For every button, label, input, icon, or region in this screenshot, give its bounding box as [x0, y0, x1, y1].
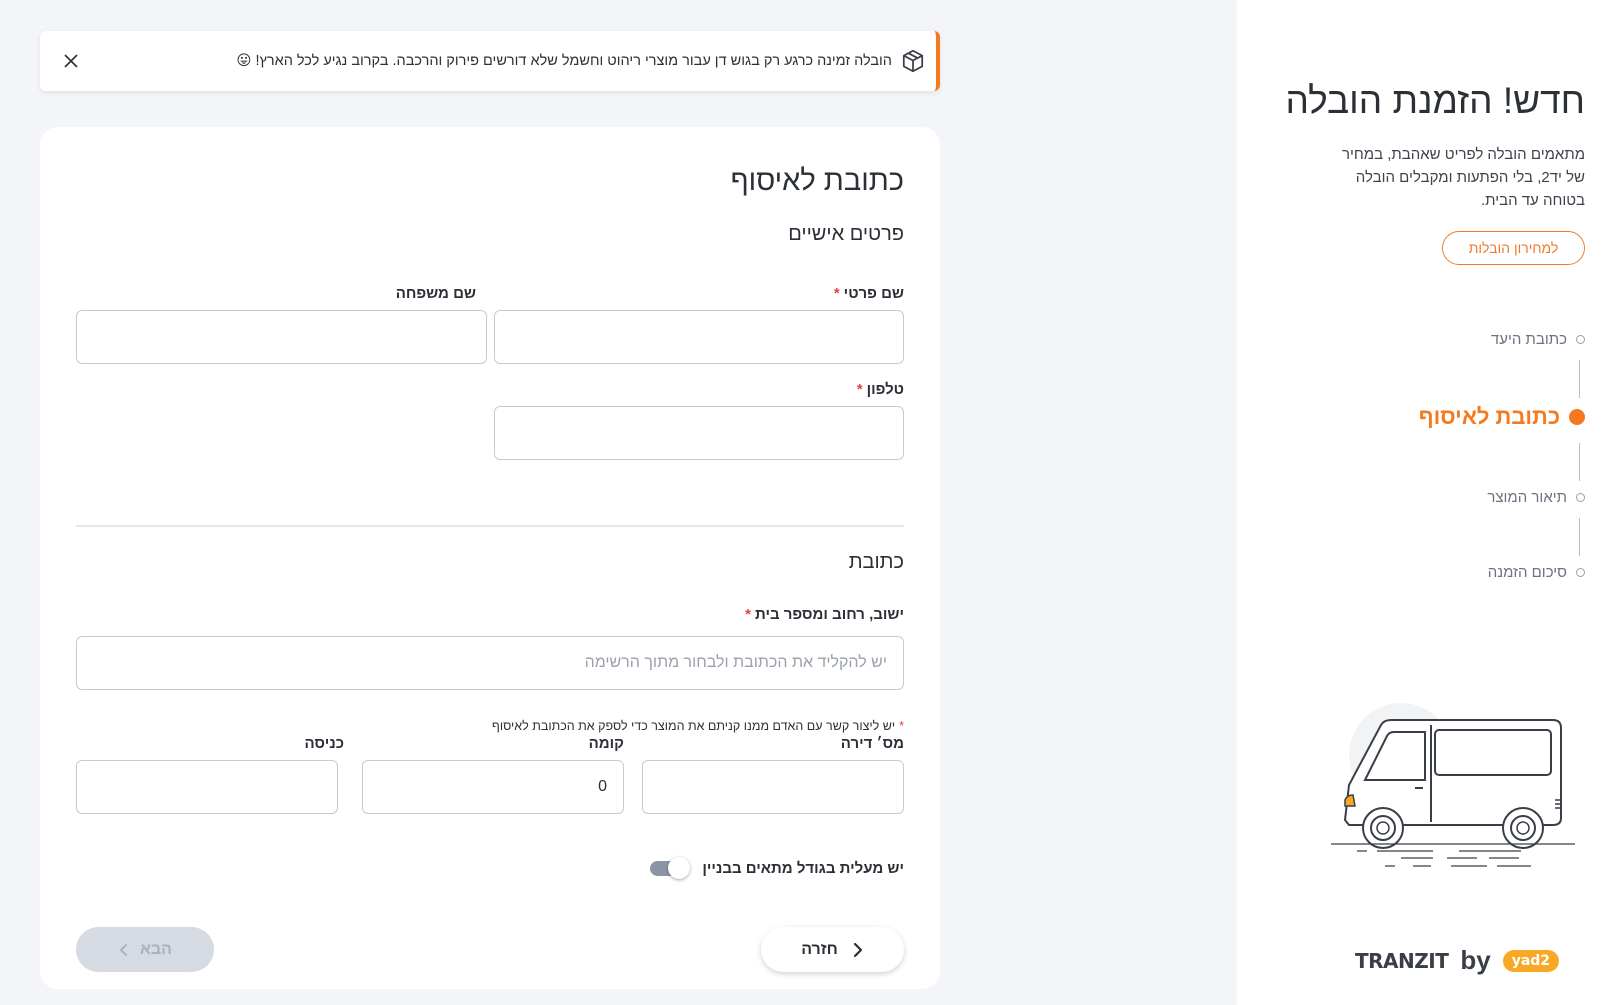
last-name-input[interactable]	[76, 310, 487, 364]
sidebar-title: חדש! הזמנת הובלה	[1285, 80, 1585, 121]
last-name-label: שם משפחה	[395, 285, 476, 302]
tranzit-logo: TRANZIT	[1355, 948, 1449, 973]
address-input[interactable]	[76, 636, 904, 690]
tongue-emoji-icon: 😛	[236, 53, 252, 69]
banner-text: הובלה זמינה כרגע רק בגוש דן עבור מוצרי ר…	[236, 53, 892, 69]
price-list-button[interactable]: למחירון הובלות	[1442, 231, 1585, 265]
address-heading: כתובת	[848, 551, 904, 573]
info-banner: הובלה זמינה כרגע רק בגוש דן עבור מוצרי ר…	[40, 31, 940, 91]
step-pickup-address: כתובת לאיסוף	[1419, 404, 1585, 430]
step-dot-icon	[1576, 493, 1585, 502]
elevator-toggle-row: יש מעלית בגודל מתאים בבניין	[650, 857, 904, 879]
address-label: ישוב, רחוב ומספר בית*	[745, 606, 904, 623]
apartment-input[interactable]	[642, 760, 904, 814]
close-icon[interactable]	[58, 48, 84, 74]
personal-details-heading: פרטים אישיים	[788, 223, 904, 245]
required-mark: *	[833, 285, 840, 302]
brand-logos: TRANZIT by yad2	[1355, 945, 1560, 976]
elevator-toggle[interactable]	[650, 857, 691, 879]
elevator-label: יש מעלית בגודל מתאים בבניין	[702, 859, 904, 877]
chevron-left-icon	[118, 943, 128, 957]
next-button[interactable]: הבא	[76, 927, 214, 972]
van-illustration-icon	[1321, 700, 1577, 885]
sidebar: חדש! הזמנת הובלה מתאמים הובלה לפריט שאהב…	[1237, 0, 1613, 1005]
step-order-summary: סיכום הזמנה	[1488, 564, 1585, 581]
floor-label: קומה	[588, 735, 624, 752]
apartment-label: מס׳ דירה	[840, 735, 904, 752]
phone-input[interactable]	[494, 406, 904, 460]
step-connector	[1578, 443, 1580, 481]
back-button-label: חזרה	[801, 940, 838, 958]
first-name-input[interactable]	[494, 310, 904, 364]
step-active-dot-icon	[1569, 409, 1585, 425]
chevron-right-icon	[852, 942, 864, 958]
pickup-address-form: כתובת לאיסוף פרטים אישיים שם פרטי* שם מש…	[40, 127, 940, 989]
yad2-logo: yad2	[1502, 949, 1560, 972]
back-button[interactable]: חזרה	[761, 927, 904, 972]
step-product-description: תיאור המוצר	[1487, 489, 1585, 506]
step-connector	[1578, 360, 1580, 398]
entrance-input[interactable]	[76, 760, 338, 814]
section-divider	[76, 525, 904, 527]
address-note: *יש ליצור קשר עם האדם ממנו קניתם את המוצ…	[492, 719, 904, 733]
entrance-label: כניסה	[304, 735, 344, 752]
package-icon	[900, 48, 926, 74]
step-connector	[1578, 518, 1580, 556]
floor-input[interactable]	[362, 760, 624, 814]
step-destination-address: כתובת היעד	[1491, 331, 1585, 348]
required-mark: *	[745, 606, 751, 623]
next-button-label: הבא	[140, 940, 172, 958]
brand-by: by	[1460, 945, 1491, 975]
required-mark: *	[856, 381, 863, 398]
step-dot-icon	[1576, 568, 1585, 577]
step-dot-icon	[1576, 335, 1585, 344]
first-name-label: שם פרטי*	[833, 285, 904, 302]
sidebar-description: מתאמים הובלה לפריט שאהבת, במחיר של יד2, …	[1342, 146, 1585, 209]
phone-label: טלפון*	[856, 381, 904, 398]
page-title: כתובת לאיסוף	[730, 165, 904, 197]
